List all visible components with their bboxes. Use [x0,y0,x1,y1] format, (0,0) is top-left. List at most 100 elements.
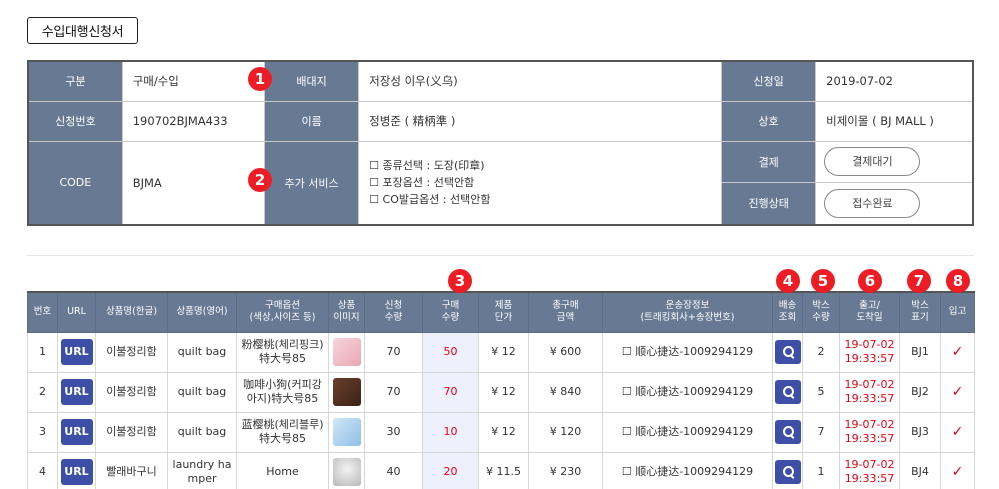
cell-received: ✓ [940,451,975,489]
header-box-qty: 박스 수량 [802,291,840,333]
header-box-mark: 박스 표기 [899,291,941,333]
unit-price: ¥ 12 [491,425,516,438]
url-button[interactable]: URL [60,459,93,485]
cell-no: 3 [27,411,58,453]
header-line1: 출고/ [859,300,880,312]
header-line1: 신청 [384,300,403,312]
service-item-co[interactable]: ☐ CO발급옵션 : 선택안함 [369,191,721,208]
url-button[interactable]: URL [60,379,93,405]
ship-date: 19-07-02 [844,338,895,351]
box-qty: 2 [817,345,825,358]
header-line2: 단가 [494,312,513,324]
row-number: 2 [39,385,46,398]
value-apply-date: 2019-07-02 [815,60,974,102]
cell-unit-price: ¥ 12 [478,371,529,413]
label-apply-number: 신청번호 [27,100,123,142]
cell-image [328,411,365,453]
payment-pending-button[interactable]: 결제대기 [824,147,921,177]
cell-option: Home [236,451,329,489]
box-qty: 7 [817,425,825,438]
cell-no: 1 [27,331,58,373]
box-mark: BJ1 [911,345,929,358]
badge-8: 8 [946,269,970,293]
cell-image [328,451,365,489]
cell-box-qty: 2 [802,331,840,373]
cell-mark: BJ3 [899,411,941,453]
badge-1: 1 [248,67,272,91]
header-line2: 도착일 [856,312,883,324]
header-line2: 조회 [778,312,797,324]
label-warehouse: 배대지 [263,60,360,102]
product-thumbnail[interactable] [332,338,361,366]
cell-name-ko: 이불정리함 [95,371,168,413]
extra-service-list: ☐ 종류선택 : 도장(印章) ☐ 포장옵션 : 선택안함 ☐ CO발급옵션 :… [358,140,722,225]
ship-date: 19-07-02 [844,418,895,431]
header-request-qty: 신청 수량 [364,291,423,333]
buy-qty: 70 [443,385,458,398]
cell-lookup [772,331,803,373]
header-name-ko: 상품명(한글) [95,291,168,333]
header-line2: (색상,사이즈 등) [249,312,316,324]
buy-qty: 20 [443,465,458,478]
url-button[interactable]: URL [60,419,93,445]
cell-received: ✓ [940,331,975,373]
search-icon[interactable] [774,420,801,444]
header-line2: 수량 [384,312,403,324]
service-item-stamp[interactable]: ☐ 종류선택 : 도장(印章) [369,157,721,174]
ship-time: 19:33:57 [844,392,895,405]
product-name-en: quilt bag [177,425,227,438]
application-info-table: 구분 구매/수입 배대지 저장성 이우(义乌) 신청일 2019-07-02 신… [27,60,974,226]
search-icon[interactable] [774,340,801,364]
items-table: 번호 URL 상품명(한글) 상품명(영어) 구매옵션 (색상,사이즈 등) 상품 이미지 신청… [27,291,975,489]
label-apply-date: 신청일 [720,60,817,102]
header-delivery-lookup: 배송 조회 [772,291,803,333]
tracking-info: ☐ 顺心捷达-1009294129 [621,385,754,398]
header-received: 입고 [940,291,975,333]
page-title-button[interactable]: 수입대행신청서 [27,17,138,44]
cell-name-en: quilt bag [167,371,237,413]
cell-tracking: ☐ 顺心捷达-1009294129 [602,331,773,373]
search-icon[interactable] [774,460,801,484]
header-line2: 이미지 [333,312,360,324]
cell-name-en: quilt bag [167,411,237,453]
url-button[interactable]: URL [60,339,93,365]
cell-total: ¥ 600 [528,331,603,373]
cell-date: 19-07-02 19:33:57 [839,371,900,413]
unit-price: ¥ 11.5 [486,465,521,478]
service-item-packing[interactable]: ☐ 포장옵션 : 선택안함 [369,174,721,191]
cell-buy-qty: 10 [422,411,479,453]
cell-no: 4 [27,451,58,489]
ship-date: 19-07-02 [844,378,895,391]
cell-date: 19-07-02 19:33:57 [839,411,900,453]
cell-image [328,331,365,373]
product-thumbnail[interactable] [332,378,361,406]
product-thumbnail[interactable] [332,418,361,446]
label-payment: 결제 [721,141,817,183]
product-name-en-cont: mper [187,472,217,485]
total-amount: ¥ 230 [549,465,582,478]
value-warehouse: 저장성 이우(义乌) [358,60,722,102]
header-no: 번호 [27,291,58,333]
tracking-info: ☐ 顺心捷达-1009294129 [621,345,754,358]
cell-box-qty: 1 [802,451,840,489]
cell-tracking: ☐ 顺心捷达-1009294129 [602,411,773,453]
table-row: 2 URL 이불정리함 quilt bag 咖啡小狗(커피강 아지)特大号85 70 70 ¥ … [27,371,975,413]
product-name-ko: 이불정리함 [106,385,157,398]
header-url: URL [57,291,96,333]
value-company: 비제이몰 ( BJ MALL ) [815,100,974,142]
cell-date: 19-07-02 19:33:57 [839,331,900,373]
header-ship-date: 출고/도착일 [839,291,900,333]
cell-unit-price: ¥ 12 [478,331,529,373]
cell-url: URL [57,331,96,373]
search-icon[interactable] [774,380,801,404]
header-unit-price: 제품 단가 [478,291,529,333]
request-qty: 30 [386,425,401,438]
header-image: 상품 이미지 [328,291,365,333]
row-number: 1 [39,345,46,358]
product-name-en: quilt bag [177,345,227,358]
header-line2: (트래킹회사+송장번호) [640,312,735,324]
row-number: 4 [39,465,46,478]
status-received-button[interactable]: 접수완료 [824,188,921,218]
product-thumbnail[interactable] [332,458,361,486]
label-type: 구분 [27,60,123,102]
